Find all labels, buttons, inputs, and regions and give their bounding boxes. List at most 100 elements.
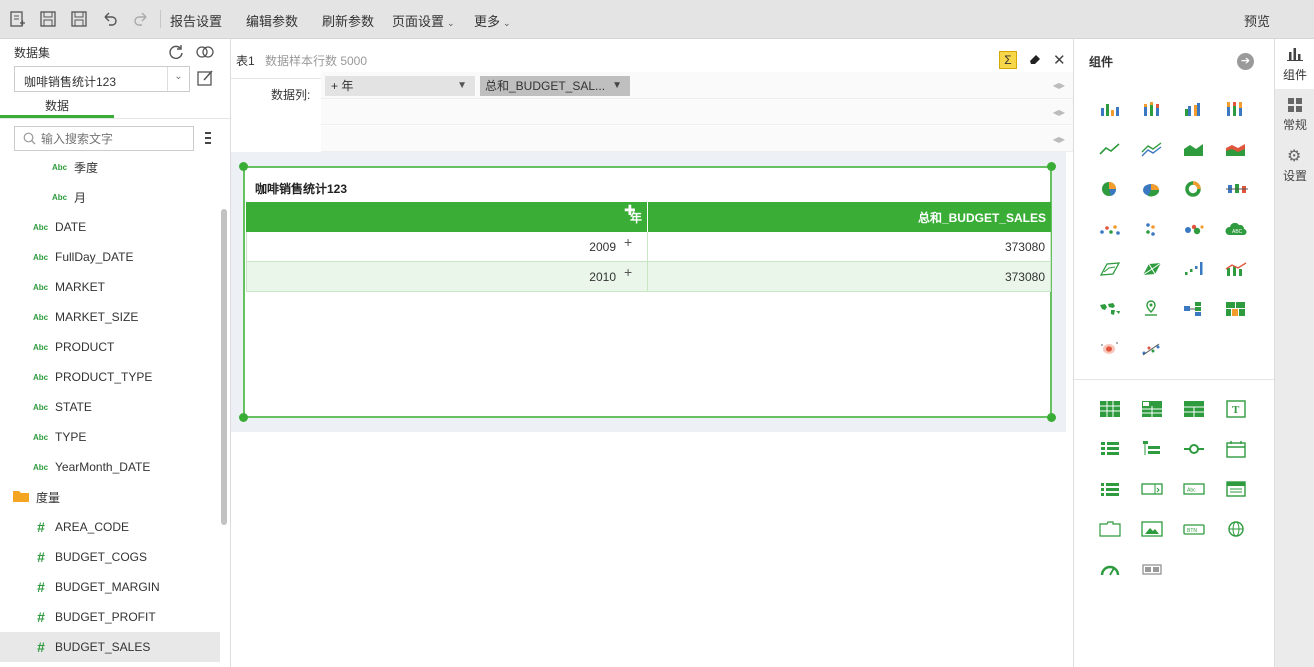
stacked-area-icon[interactable] [1224, 139, 1248, 159]
multi-line-icon[interactable] [1140, 139, 1164, 159]
edit-params-button[interactable]: 编辑参数 [246, 11, 298, 30]
scatter-line-icon[interactable] [1140, 339, 1164, 359]
measure-item[interactable]: # BUDGET_MARGIN [35, 572, 160, 602]
scrollbar[interactable] [221, 209, 227, 525]
field-item[interactable]: Abc 月 [52, 182, 86, 212]
dataset-select[interactable]: 咖啡销售统计123 ⌄ [14, 66, 190, 92]
field-item[interactable]: Abc YearMonth_DATE [33, 452, 150, 482]
column-chip-budget-sales[interactable]: 总和_BUDGET_SAL... ▼ [480, 76, 630, 96]
calendar-icon[interactable] [1224, 439, 1248, 459]
expand-icon[interactable]: ✚ [624, 202, 636, 219]
word-cloud-icon[interactable]: ABC [1224, 219, 1248, 239]
table-icon[interactable] [1098, 399, 1122, 419]
menu-icon[interactable] [205, 131, 211, 148]
sum-icon[interactable]: Σ [999, 51, 1017, 69]
field-item[interactable]: Abc MARKET [33, 272, 105, 302]
tree-list-icon[interactable] [1140, 439, 1164, 459]
field-item[interactable]: Abc MARKET_SIZE [33, 302, 138, 332]
measure-folder[interactable]: 度量 [12, 482, 60, 512]
column-header-budget-sales[interactable]: 总和_BUDGET_SALES [648, 202, 1051, 232]
report-settings-button[interactable]: 报告设置 [170, 11, 222, 30]
text-box-icon[interactable]: T [1224, 399, 1248, 419]
field-item[interactable]: Abc PRODUCT_TYPE [33, 362, 152, 392]
scroll-arrows-icon[interactable]: ◀▶ [1053, 135, 1065, 144]
measure-item[interactable]: # BUDGET_SALES [35, 632, 150, 662]
selection-list-icon[interactable] [1098, 479, 1122, 499]
undo-icon[interactable] [99, 8, 121, 30]
crosstab-icon[interactable] [1140, 399, 1164, 419]
refresh-params-button[interactable]: 刷新参数 [322, 11, 374, 30]
boxplot-icon[interactable] [1224, 179, 1248, 199]
list-icon[interactable] [1098, 439, 1122, 459]
tree-map-icon[interactable] [1182, 299, 1206, 319]
bar-chart-icon[interactable] [1098, 99, 1122, 119]
donut-chart-icon[interactable] [1182, 179, 1206, 199]
field-item[interactable]: Abc STATE [33, 392, 92, 422]
heatmap-icon[interactable] [1098, 339, 1122, 359]
resize-handle[interactable] [1047, 162, 1056, 171]
resize-handle[interactable] [239, 413, 248, 422]
save-icon[interactable] [37, 8, 59, 30]
combo-box-icon[interactable] [1140, 479, 1164, 499]
close-icon[interactable]: ✕ [1053, 51, 1066, 69]
tab-settings[interactable]: ⚙ 设置 [1275, 142, 1314, 192]
world-map-icon[interactable] [1098, 299, 1122, 319]
table-tab[interactable]: 表1 [236, 52, 255, 69]
measure-item[interactable]: # BUDGET_COGS [35, 542, 147, 572]
measure-item[interactable]: # AREA_CODE [35, 512, 129, 542]
field-search[interactable] [14, 126, 194, 151]
map-pin-icon[interactable] [1140, 299, 1164, 319]
field-item[interactable]: Abc DATE [33, 212, 86, 242]
area-chart-icon[interactable] [1182, 139, 1206, 159]
bubble-chart-icon[interactable] [1182, 219, 1206, 239]
tab-components[interactable]: 组件 [1275, 39, 1314, 89]
field-item[interactable]: Abc FullDay_DATE [33, 242, 133, 272]
edit-dataset-icon[interactable] [196, 69, 214, 90]
scroll-arrows-icon[interactable]: ◀▶ [1053, 108, 1065, 117]
dot-plot-icon[interactable] [1140, 219, 1164, 239]
form-icon[interactable] [1224, 479, 1248, 499]
expand-icon[interactable]: + [624, 234, 632, 250]
tab-panel-icon[interactable] [1098, 519, 1122, 539]
page-settings-menu[interactable]: 页面设置 ⌄ [392, 11, 455, 30]
tab-general[interactable]: 常规 [1275, 91, 1314, 141]
pie-chart-icon[interactable] [1098, 179, 1122, 199]
combo-chart-icon[interactable] [1224, 259, 1248, 279]
refresh-icon[interactable] [167, 43, 185, 64]
image-icon[interactable] [1140, 519, 1164, 539]
submit-button-icon[interactable]: BTN [1182, 519, 1206, 539]
resize-handle[interactable] [1047, 413, 1056, 422]
eraser-icon[interactable] [1028, 52, 1042, 69]
scroll-arrows-icon[interactable]: ◀▶ [1053, 81, 1065, 90]
expand-icon[interactable]: + [624, 264, 632, 280]
search-input[interactable] [41, 130, 189, 147]
preview-button[interactable]: 预览 [1244, 11, 1270, 30]
redo-icon[interactable] [130, 8, 152, 30]
column-chip-year[interactable]: + 年 ▼ [325, 76, 475, 96]
radar-filled-icon[interactable] [1140, 259, 1164, 279]
more-menu[interactable]: 更多 ⌄ [474, 11, 511, 30]
grouped-bar-icon[interactable] [1182, 99, 1206, 119]
resize-handle[interactable] [239, 162, 248, 171]
text-input-icon[interactable]: Abc [1182, 479, 1206, 499]
freehand-table-icon[interactable] [1182, 399, 1206, 419]
web-globe-icon[interactable] [1224, 519, 1248, 539]
3d-pie-icon[interactable] [1140, 179, 1164, 199]
waterfall-icon[interactable] [1182, 259, 1206, 279]
column-header-year[interactable]: 年 [246, 202, 648, 232]
measure-item[interactable]: # BUDGET_PROFIT [35, 602, 156, 632]
new-report-icon[interactable] [6, 8, 28, 30]
slider-icon[interactable] [1182, 439, 1206, 459]
line-chart-icon[interactable] [1098, 139, 1122, 159]
scrollbar-widget-icon[interactable] [1140, 559, 1164, 579]
scatter-icon[interactable] [1098, 219, 1122, 239]
field-item[interactable]: Abc 季度 [52, 152, 98, 182]
gauge-icon[interactable] [1098, 559, 1122, 579]
stacked-bar-icon[interactable] [1140, 99, 1164, 119]
percent-bar-icon[interactable] [1224, 99, 1248, 119]
arrow-right-icon[interactable]: ➔ [1237, 53, 1254, 70]
dataset-link-icon[interactable] [195, 44, 215, 63]
field-item[interactable]: Abc PRODUCT [33, 332, 114, 362]
heat-grid-icon[interactable] [1224, 299, 1248, 319]
save-as-icon[interactable] [68, 8, 90, 30]
